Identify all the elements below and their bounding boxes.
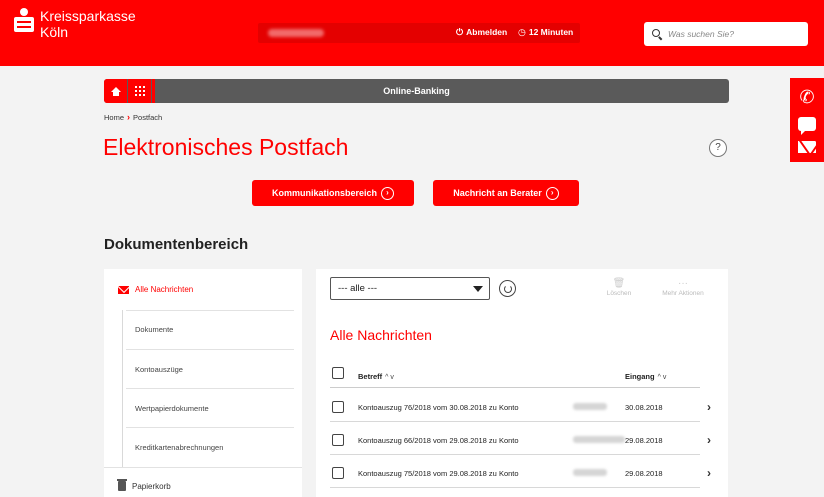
- bank-name: Kreissparkasse Köln: [40, 8, 136, 40]
- grid-icon: [134, 86, 145, 96]
- account-number-redacted: [573, 436, 625, 443]
- sidebar-item-all-messages[interactable]: Alle Nachrichten: [118, 285, 316, 294]
- chevron-circle-right-icon: ›: [381, 186, 395, 200]
- header-divider: [330, 387, 700, 388]
- main-navbar: Online-Banking: [104, 79, 729, 103]
- select-all-checkbox[interactable]: [332, 367, 344, 379]
- user-name-redacted: [268, 29, 324, 37]
- column-header-received[interactable]: Eingang ^ v: [625, 372, 666, 381]
- document-folder-sidebar: Alle Nachrichten Dokumente Kontoauszüge …: [104, 269, 302, 497]
- logout-label: Abmelden: [466, 27, 508, 37]
- clock-icon: ◷: [518, 27, 526, 37]
- row-date: 29.08.2018: [625, 436, 663, 445]
- column-header-label: Betreff: [358, 372, 383, 381]
- caret-down-icon: [473, 286, 483, 292]
- more-actions-button[interactable]: ··· Mehr Aktionen: [652, 278, 714, 297]
- column-header-subject[interactable]: Betreff ^ v: [358, 372, 394, 381]
- row-checkbox[interactable]: [332, 434, 344, 446]
- table-row[interactable]: Kontoauszug 75/2018 vom 29.08.2018 zu Ko…: [330, 458, 720, 488]
- trash-icon: [117, 479, 127, 491]
- divider: [330, 421, 700, 422]
- contact-sidebar: ✆: [790, 78, 824, 162]
- trash-icon: 🗑: [612, 278, 626, 289]
- divider: [330, 454, 700, 455]
- top-header: Kreissparkasse Köln ⏻ Abmelden ◷ 12 Minu…: [0, 0, 824, 66]
- timer-label: 12 Minuten: [528, 27, 574, 37]
- navbar-accent: [152, 79, 155, 103]
- message-to-advisor-button[interactable]: Nachricht an Berater ›: [433, 180, 579, 206]
- communication-area-button[interactable]: Kommunikationsbereich ›: [252, 180, 414, 206]
- chevron-right-icon: ›: [127, 112, 131, 122]
- communication-area-label: Kommunikationsbereich: [271, 188, 378, 198]
- sidebar-item-label: Papierkorb: [132, 481, 171, 491]
- sidebar-item-securities[interactable]: Wertpapierdokumente: [122, 388, 292, 428]
- page-title: Elektronisches Postfach: [103, 134, 349, 160]
- sidebar-item-statements[interactable]: Kontoauszüge: [122, 349, 292, 389]
- chevron-right-icon[interactable]: ›: [707, 400, 711, 414]
- row-subject: Kontoauszug 76/2018 vom 30.08.2018 zu Ko…: [358, 403, 519, 412]
- row-checkbox[interactable]: [332, 467, 344, 479]
- column-header-label: Eingang: [625, 372, 655, 381]
- message-to-advisor-label: Nachricht an Berater: [453, 188, 542, 198]
- list-title: Alle Nachrichten: [330, 327, 432, 343]
- breadcrumb-home-link[interactable]: Home: [104, 113, 124, 122]
- search-icon[interactable]: [652, 29, 662, 39]
- table-row[interactable]: Kontoauszug 66/2018 vom 29.08.2018 zu Ko…: [330, 425, 720, 455]
- session-timer: ◷ 12 Minuten: [518, 27, 573, 37]
- table-row[interactable]: Kontoauszug 76/2018 vom 30.08.2018 zu Ko…: [330, 392, 720, 422]
- chevron-right-icon[interactable]: ›: [707, 433, 711, 447]
- row-checkbox[interactable]: [332, 401, 344, 413]
- chevron-circle-right-icon: ›: [545, 186, 559, 200]
- row-date: 30.08.2018: [625, 403, 663, 412]
- home-button[interactable]: [104, 79, 127, 103]
- mail-icon[interactable]: [798, 141, 816, 153]
- apps-menu-button[interactable]: [128, 79, 151, 103]
- row-subject: Kontoauszug 66/2018 vom 29.08.2018 zu Ko…: [358, 436, 519, 445]
- help-icon[interactable]: ?: [709, 139, 727, 157]
- message-list-panel: --- alle --- 🗑 Löschen ··· Mehr Aktionen…: [316, 269, 728, 497]
- sidebar-item-documents[interactable]: Dokumente: [122, 310, 292, 350]
- bank-logo[interactable]: Kreissparkasse Köln: [14, 8, 136, 40]
- account-number-redacted: [573, 469, 607, 476]
- home-icon: [110, 86, 121, 96]
- sort-icon[interactable]: ^ v: [385, 374, 394, 381]
- phone-icon[interactable]: ✆: [799, 87, 814, 107]
- sidebar-item-label: Alle Nachrichten: [135, 285, 194, 294]
- section-title: Dokumentenbereich: [104, 236, 249, 253]
- bank-name-line1: Kreissparkasse: [40, 8, 136, 24]
- breadcrumb-current: Postfach: [133, 112, 163, 122]
- sidebar-item-label: Kreditkartenabrechnungen: [135, 443, 224, 452]
- ellipsis-icon: ···: [678, 278, 688, 289]
- sidebar-item-trash[interactable]: Papierkorb: [117, 479, 316, 491]
- chat-bubble-icon[interactable]: [798, 117, 816, 135]
- envelope-icon: [118, 285, 129, 294]
- row-subject: Kontoauszug 75/2018 vom 29.08.2018 zu Ko…: [358, 469, 519, 478]
- navbar-title[interactable]: Online-Banking: [104, 79, 729, 103]
- sidebar-item-label: Dokumente: [135, 325, 174, 334]
- user-session-bar: ⏻ Abmelden ◷ 12 Minuten: [258, 23, 580, 43]
- filter-select[interactable]: --- alle ---: [330, 277, 490, 300]
- breadcrumb: Home › Postfach: [104, 112, 162, 122]
- delete-label: Löschen: [606, 290, 632, 297]
- sort-icon[interactable]: ^ v: [658, 374, 667, 381]
- search-input[interactable]: [668, 29, 798, 39]
- search-box: [644, 22, 808, 46]
- filter-select-value: --- alle ---: [338, 283, 378, 294]
- chevron-right-icon[interactable]: ›: [707, 466, 711, 480]
- delete-button[interactable]: 🗑 Löschen: [604, 278, 634, 297]
- logout-button[interactable]: ⏻ Abmelden: [456, 27, 507, 37]
- divider: [104, 467, 302, 468]
- sidebar-item-label: Wertpapierdokumente: [135, 404, 209, 413]
- divider: [330, 487, 700, 488]
- power-icon: ⏻: [456, 27, 464, 37]
- sidebar-item-credit-cards[interactable]: Kreditkartenabrechnungen: [122, 427, 292, 467]
- sparkasse-logo-icon: [14, 8, 34, 34]
- refresh-icon[interactable]: [499, 280, 516, 297]
- more-actions-label: Mehr Aktionen: [662, 290, 704, 297]
- account-number-redacted: [573, 403, 607, 410]
- bank-name-line2: Köln: [40, 24, 69, 40]
- row-date: 29.08.2018: [625, 469, 663, 478]
- sidebar-item-label: Kontoauszüge: [135, 365, 183, 374]
